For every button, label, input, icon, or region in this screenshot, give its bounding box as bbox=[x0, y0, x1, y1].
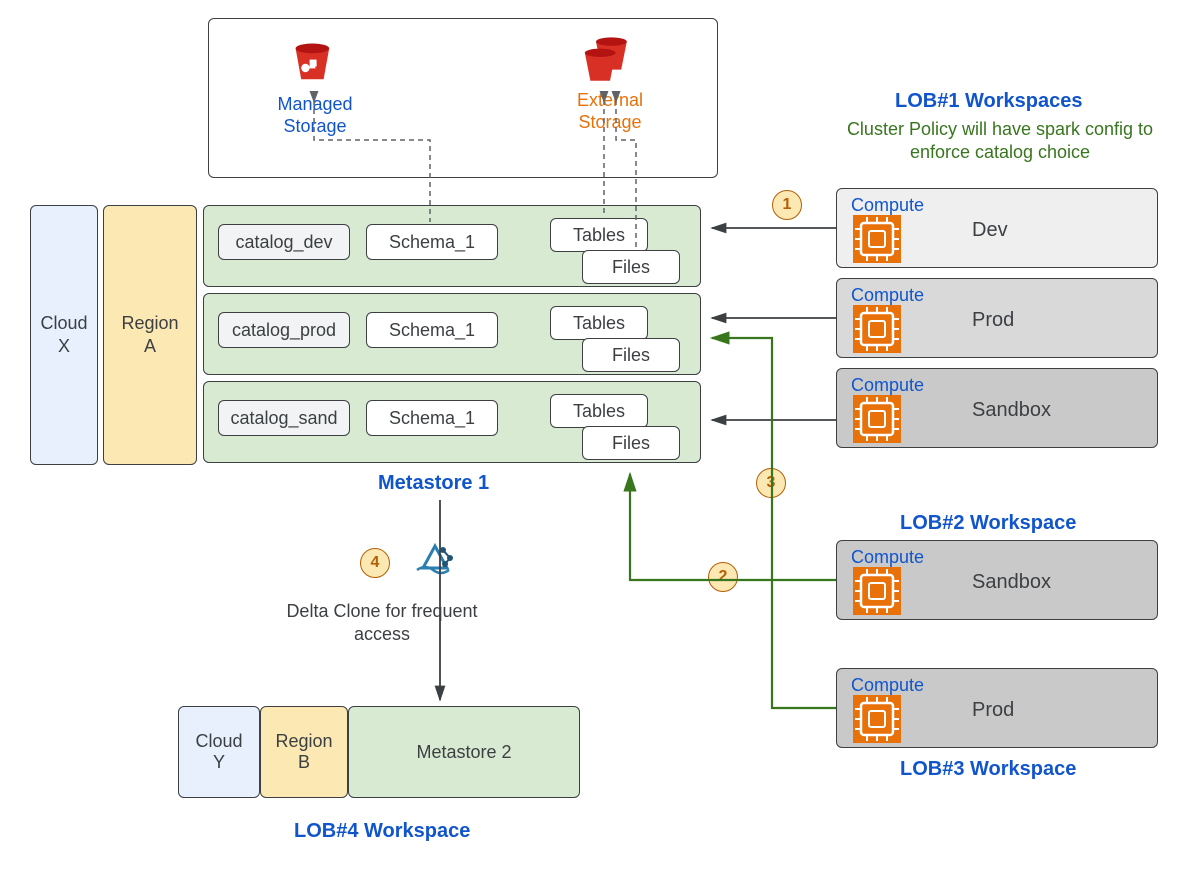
chip-icon bbox=[853, 215, 901, 263]
lob1-subtitle: Cluster Policy will have spark config to… bbox=[820, 118, 1180, 163]
region-b: Region B bbox=[260, 706, 348, 798]
workspace-lob2: Compute Sandbox bbox=[836, 540, 1158, 620]
badge-3: 3 bbox=[756, 468, 786, 498]
workspace-sandbox: Compute Sandbox bbox=[836, 368, 1158, 448]
chip-icon bbox=[853, 695, 901, 743]
cloud-x-label: Cloud X bbox=[31, 312, 97, 359]
lob3-title: LOB#3 Workspace bbox=[900, 758, 1076, 781]
lob4-title: LOB#4 Workspace bbox=[294, 820, 470, 843]
workspace-lob3-name: Prod bbox=[972, 699, 1014, 722]
workspace-sandbox-name: Sandbox bbox=[972, 399, 1051, 422]
files-sand: Files bbox=[582, 426, 680, 460]
workspace-dev-name: Dev bbox=[972, 219, 1008, 242]
catalog-prod: catalog_prod bbox=[218, 312, 350, 348]
cloud-x: Cloud X bbox=[30, 205, 98, 465]
catalog-dev: catalog_dev bbox=[218, 224, 350, 260]
lob2-title: LOB#2 Workspace bbox=[900, 512, 1076, 535]
badge-4: 4 bbox=[360, 548, 390, 578]
lob1-title: LOB#1 Workspaces bbox=[895, 90, 1083, 113]
workspace-lob3: Compute Prod bbox=[836, 668, 1158, 748]
catalog-sand: catalog_sand bbox=[218, 400, 350, 436]
workspace-prod: Compute Prod bbox=[836, 278, 1158, 358]
files-dev: Files bbox=[582, 250, 680, 284]
external-storage-label: External Storage bbox=[555, 90, 665, 133]
cloud-y: Cloud Y bbox=[178, 706, 260, 798]
chip-icon bbox=[853, 395, 901, 443]
region-a-label: Region A bbox=[104, 312, 196, 359]
delta-clone-text: Delta Clone for frequent access bbox=[272, 600, 492, 647]
managed-storage: Managed Storage bbox=[260, 40, 370, 137]
metastore-2: Metastore 2 bbox=[348, 706, 580, 798]
region-b-label: Region B bbox=[261, 731, 347, 773]
compute-label-sandbox: Compute bbox=[851, 375, 924, 396]
compute-label-dev: Compute bbox=[851, 195, 924, 216]
compute-label-lob2: Compute bbox=[851, 547, 924, 568]
cloud-y-label: Cloud Y bbox=[179, 731, 259, 773]
managed-storage-label: Managed Storage bbox=[260, 94, 370, 137]
workspace-prod-name: Prod bbox=[972, 309, 1014, 332]
external-storage: External Storage bbox=[555, 36, 665, 133]
chip-icon bbox=[853, 305, 901, 353]
bucket-icon bbox=[290, 40, 340, 90]
metastore-1-label: Metastore 1 bbox=[378, 472, 489, 495]
delta-share-icon bbox=[415, 540, 461, 580]
metastore-2-label: Metastore 2 bbox=[416, 742, 511, 763]
files-prod: Files bbox=[582, 338, 680, 372]
chip-icon bbox=[853, 567, 901, 615]
region-a: Region A bbox=[103, 205, 197, 465]
workspace-dev: Compute Dev bbox=[836, 188, 1158, 268]
compute-label-prod: Compute bbox=[851, 285, 924, 306]
schema-dev: Schema_1 bbox=[366, 224, 498, 260]
badge-1: 1 bbox=[772, 190, 802, 220]
schema-prod: Schema_1 bbox=[366, 312, 498, 348]
workspace-lob2-name: Sandbox bbox=[972, 571, 1051, 594]
tables-dev: Tables bbox=[550, 218, 648, 252]
compute-label-lob3: Compute bbox=[851, 675, 924, 696]
schema-sand: Schema_1 bbox=[366, 400, 498, 436]
badge-2: 2 bbox=[708, 562, 738, 592]
bucket-pair-icon bbox=[582, 36, 638, 88]
tables-sand: Tables bbox=[550, 394, 648, 428]
tables-prod: Tables bbox=[550, 306, 648, 340]
